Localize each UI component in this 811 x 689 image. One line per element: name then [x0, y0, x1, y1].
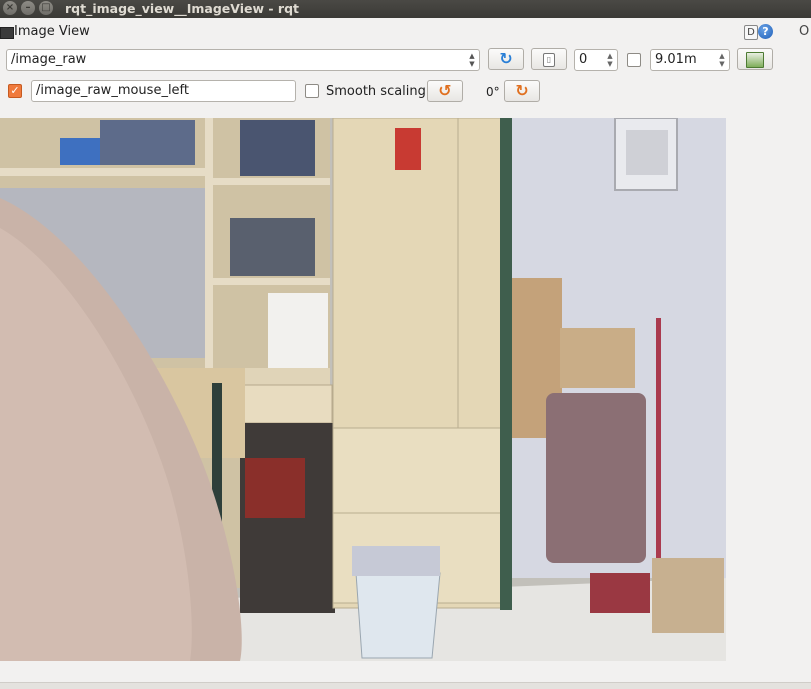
min-value-spinbox[interactable]: 0 ▲ ▼: [574, 49, 618, 71]
zoom-reset-button[interactable]: ▯: [531, 48, 567, 70]
publish-mouse-checkbox[interactable]: ✓: [8, 84, 22, 98]
plugin-close-button[interactable]: O: [799, 24, 809, 39]
mouse-topic-value: /image_raw_mouse_left: [36, 83, 189, 98]
rotate-left-button[interactable]: ↺: [427, 80, 463, 102]
smooth-scaling-label: Smooth scaling: [326, 84, 426, 99]
refresh-icon: ↻: [499, 49, 513, 68]
mouse-topic-field[interactable]: /image_raw_mouse_left: [31, 80, 296, 102]
window-title: rqt_image_view__ImageView - rqt: [65, 1, 299, 16]
window-close-button[interactable]: ×: [3, 1, 17, 15]
spin-arrows-icon: ▲ ▼: [719, 52, 725, 68]
topic-selector-value: /image_raw: [11, 52, 87, 67]
dock-button[interactable]: D: [744, 25, 758, 40]
refresh-topics-button[interactable]: ↻: [488, 48, 524, 70]
min-value-text: 0: [579, 52, 588, 67]
window-minimize-button[interactable]: –: [21, 1, 35, 15]
save-image-button[interactable]: [737, 48, 773, 70]
save-image-icon: [746, 52, 764, 68]
max-range-spinbox[interactable]: 9.01m ▲ ▼: [650, 49, 730, 71]
window-maximize-button[interactable]: □: [39, 1, 53, 15]
camera-image: [0, 118, 726, 661]
zoom-reset-icon: ▯: [543, 53, 555, 67]
spin-arrows-icon: ▲ ▼: [607, 52, 613, 68]
help-button[interactable]: ?: [758, 24, 773, 39]
smooth-scaling-checkbox[interactable]: [305, 84, 319, 98]
max-range-text: 9.01m: [655, 52, 697, 67]
rotation-angle-label: 0°: [486, 85, 500, 99]
rotate-right-button[interactable]: ↻: [504, 80, 540, 102]
rotate-left-icon: ↺: [438, 81, 452, 100]
plugin-title: Image View: [14, 24, 90, 39]
camera-image-view[interactable]: [0, 118, 726, 661]
dynamic-range-checkbox[interactable]: [627, 53, 641, 67]
rotate-right-icon: ↻: [515, 81, 529, 100]
window-titlebar: × – □ rqt_image_view__ImageView - rqt: [0, 0, 811, 18]
spin-arrows-icon: ▲ ▼: [469, 52, 475, 68]
image-view-icon: [0, 27, 14, 39]
topic-selector[interactable]: /image_raw ▲ ▼: [6, 49, 480, 71]
